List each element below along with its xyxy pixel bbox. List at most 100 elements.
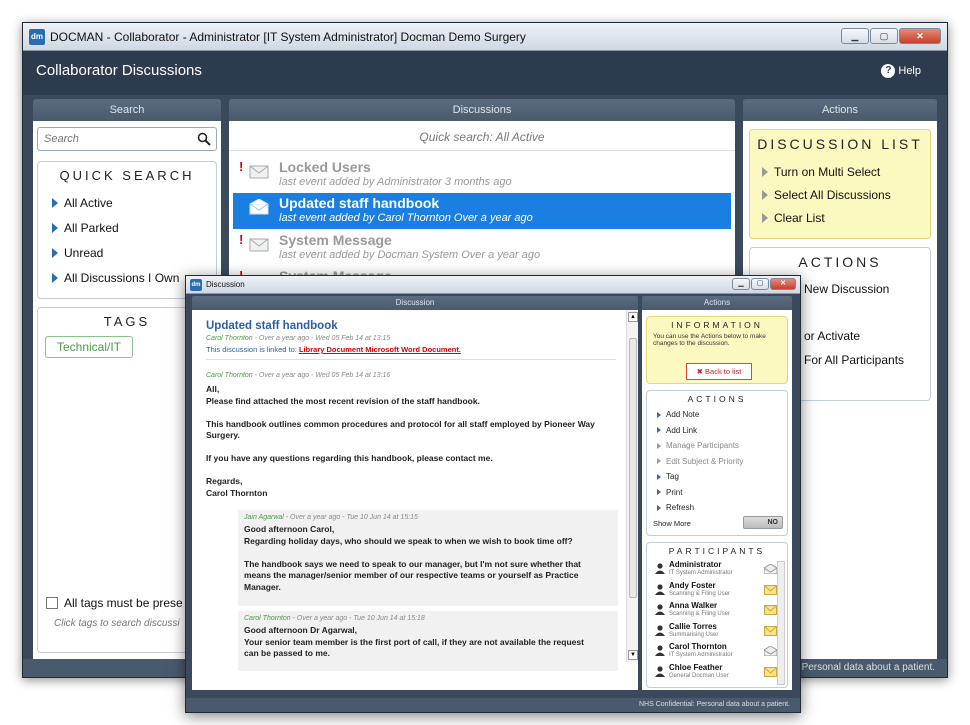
help-button[interactable]: ? Help xyxy=(881,64,921,78)
quick-search-unread[interactable]: Unread xyxy=(38,240,216,265)
tag-action[interactable]: Tag xyxy=(647,469,787,485)
dialog-minimize-button[interactable]: ▁ xyxy=(732,278,750,290)
discussion-row-selected[interactable]: Updated staff handbook last event added … xyxy=(233,193,731,229)
message-line: This handbook outlines common procedures… xyxy=(206,418,595,429)
participant-name: Andy Foster xyxy=(669,580,716,590)
toggle-value: NO xyxy=(767,519,779,526)
arrow-right-icon xyxy=(657,458,661,465)
arrow-right-icon xyxy=(657,473,661,480)
author-name: Carol Thornton xyxy=(206,335,253,342)
envelope-icon xyxy=(249,165,269,179)
information-title: INFORMATION xyxy=(671,320,763,330)
reply-meta: Carol Thornton - Over a year ago - Tue 1… xyxy=(244,615,612,622)
search-icon[interactable] xyxy=(197,132,211,146)
participant-row[interactable]: Administrator IT System Administrator xyxy=(653,560,779,580)
arrow-right-icon xyxy=(52,272,58,283)
title-bar[interactable]: dm DOCMAN - Collaborator - Administrator… xyxy=(23,23,947,51)
show-more-label: Show More xyxy=(653,519,691,528)
quick-search-all-parked[interactable]: All Parked xyxy=(38,215,216,240)
back-to-list-button[interactable]: ✖ Back to list xyxy=(686,363,752,380)
participant-row[interactable]: Chloe Feather General Docman User xyxy=(653,663,779,683)
person-icon xyxy=(655,583,665,595)
dialog-discussion-header: Discussion xyxy=(192,296,638,310)
linked-prefix: This discussion is linked to: xyxy=(206,345,299,354)
all-tags-checkbox-row[interactable]: All tags must be prese xyxy=(46,596,183,610)
information-text: You can use the Actions below to make ch… xyxy=(653,333,766,347)
arrow-right-icon xyxy=(657,489,661,496)
action-label: Add Note xyxy=(666,410,700,420)
search-input-box[interactable] xyxy=(37,127,217,151)
all-tags-checkbox[interactable] xyxy=(46,597,58,609)
dialog-actions-header: Actions xyxy=(642,296,792,310)
discussion-content[interactable]: Updated staff handbook Carol Thornton - … xyxy=(192,310,638,690)
new-discussion-action[interactable]: New Discussion xyxy=(804,282,889,296)
add-link-action[interactable]: Add Link xyxy=(647,423,787,439)
post-time: - Over a year ago - Wed 05 Feb 14 at 13:… xyxy=(252,335,391,342)
maximize-button[interactable]: ▢ xyxy=(870,28,898,44)
scroll-up-arrow-icon[interactable]: ▲ xyxy=(628,312,638,322)
participant-row[interactable]: Anna Walker Scanning & Filing User xyxy=(653,601,779,621)
arrow-right-icon xyxy=(762,166,768,177)
manage-participants-action: Manage Participants xyxy=(647,438,787,454)
reply-line: Good afternoon Dr Agarwal, xyxy=(244,625,358,635)
discussion-row[interactable]: ! System Message last event added by Doc… xyxy=(233,230,731,266)
arrow-right-icon xyxy=(657,411,661,418)
turn-on-multi-select[interactable]: Turn on Multi Select xyxy=(750,160,930,183)
envelope-icon xyxy=(249,238,269,252)
minimize-button[interactable]: ▁ xyxy=(841,28,869,44)
quick-search-all-active[interactable]: All Active xyxy=(38,190,216,215)
add-note-action[interactable]: Add Note xyxy=(647,407,787,423)
refresh-action[interactable]: Refresh xyxy=(647,500,787,516)
arrow-right-icon xyxy=(657,442,661,449)
dialog-close-button[interactable]: ✕ xyxy=(770,278,796,290)
message-line: All, xyxy=(206,384,220,394)
participants-title: PARTICIPANTS xyxy=(668,546,766,556)
linked-document-link[interactable]: Library Document Microsoft Word Document… xyxy=(299,345,461,354)
discussion-subtitle: last event added by Docman System Over a… xyxy=(279,249,541,261)
post-time: - Over a year ago - Tue 10 Jun 14 at 15:… xyxy=(283,514,418,521)
author-name: Carol Thornton xyxy=(206,372,253,379)
reply-meta: Jain Agarwal - Over a year ago - Tue 10 … xyxy=(244,514,612,521)
arrow-right-icon xyxy=(52,222,58,233)
all-participants-action[interactable]: For All Participants xyxy=(804,353,904,367)
print-action[interactable]: Print xyxy=(647,485,787,501)
discussion-list-box: DISCUSSION LIST Turn on Multi Select Sel… xyxy=(749,129,931,239)
action-label: Turn on Multi Select xyxy=(774,164,881,179)
priority-flag: ! xyxy=(239,232,244,247)
person-icon xyxy=(655,624,665,636)
discussion-list-title: DISCUSSION LIST xyxy=(757,136,923,152)
clear-list[interactable]: Clear List xyxy=(750,206,930,229)
discussion-row[interactable]: ! Locked Users last event added by Admin… xyxy=(233,157,731,193)
person-icon xyxy=(655,563,665,574)
person-icon xyxy=(655,604,665,615)
subject-meta: Carol Thornton - Over a year ago - Wed 0… xyxy=(206,335,390,342)
quick-search-title: QUICK SEARCH xyxy=(59,168,195,183)
reply-body: Good afternoon Dr Agarwal, Your senior t… xyxy=(244,625,612,660)
post-time: - Over a year ago - Wed 05 Feb 14 at 13:… xyxy=(252,372,391,379)
content-scrollbar[interactable]: ▲ ▼ xyxy=(626,310,638,662)
discussion-title: Locked Users xyxy=(279,159,371,175)
participant-row[interactable]: Carol Thornton IT System Administrator xyxy=(653,642,779,662)
action-label: Clear List xyxy=(774,210,825,225)
participant-name: Administrator xyxy=(669,560,722,569)
envelope-open-icon xyxy=(249,199,269,215)
tag-technical-it[interactable]: Technical/IT xyxy=(45,336,133,358)
discussions-panel-header: Discussions xyxy=(229,99,735,121)
scroll-down-arrow-icon[interactable]: ▼ xyxy=(628,650,638,660)
arrow-right-icon xyxy=(52,197,58,208)
show-more-toggle[interactable]: NO xyxy=(743,516,783,529)
search-input[interactable] xyxy=(44,133,194,145)
message-meta: Carol Thornton - Over a year ago - Wed 0… xyxy=(206,372,390,379)
participant-role: General Docman User xyxy=(669,672,729,679)
dialog-title-bar[interactable]: dm Discussion ▁ ▢ ✕ xyxy=(186,276,800,294)
participant-row[interactable]: Callie Torres Summarising User xyxy=(653,622,779,642)
dialog-maximize-button[interactable]: ▢ xyxy=(751,278,769,290)
select-all-discussions[interactable]: Select All Discussions xyxy=(750,183,930,206)
quick-search-label: All Parked xyxy=(64,220,119,235)
close-button[interactable]: ✕ xyxy=(899,28,941,44)
participant-row[interactable]: Andy Foster Scanning & Filing User xyxy=(653,581,779,601)
participants-scrollbar[interactable] xyxy=(777,561,785,685)
scroll-thumb[interactable] xyxy=(629,338,637,598)
activate-action[interactable]: or Activate xyxy=(804,329,860,343)
action-label: Add Link xyxy=(666,425,698,435)
